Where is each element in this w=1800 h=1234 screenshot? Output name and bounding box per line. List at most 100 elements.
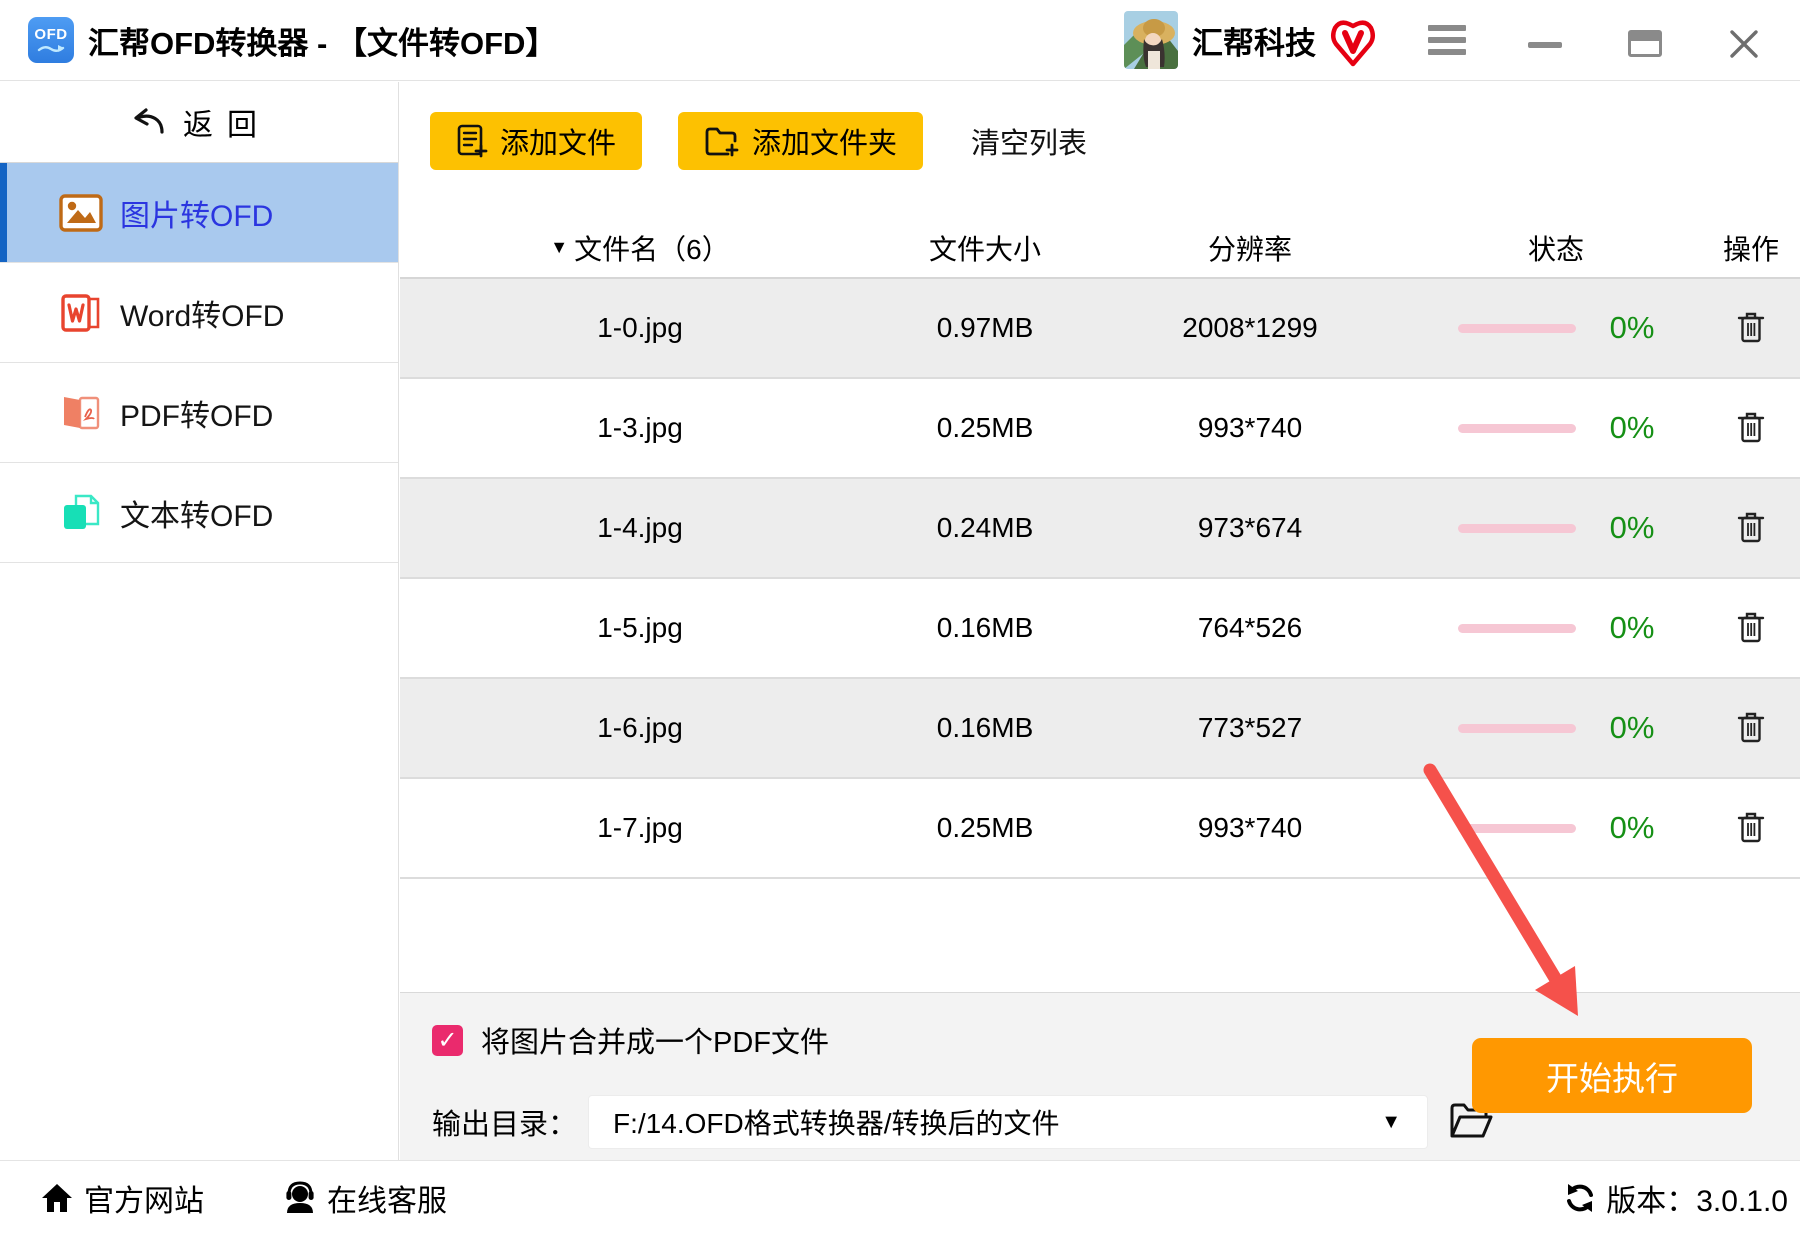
- delete-button[interactable]: [1732, 806, 1770, 851]
- progress-percent: 0%: [1609, 310, 1655, 345]
- cell-resolution: 764*526: [1197, 612, 1303, 643]
- pdf-icon: [58, 393, 104, 433]
- progress-bar: [1457, 623, 1576, 633]
- menu-icon[interactable]: [1428, 25, 1466, 55]
- table-row[interactable]: 1-5.jpg 0.16MB 764*526 0%: [400, 579, 1800, 679]
- version-label: 版本：3.0.1.0: [1606, 1185, 1788, 1218]
- merge-option: ✓ 将图片合并成一个PDF文件: [432, 1019, 829, 1061]
- sidebar-item-text-to-ofd[interactable]: 文本转OFD: [0, 463, 398, 563]
- table-row[interactable]: 1-6.jpg 0.16MB 773*527 0%: [400, 679, 1800, 779]
- avatar[interactable]: [1124, 11, 1178, 69]
- add-file-icon: [457, 124, 488, 158]
- sidebar-item-pdf-to-ofd[interactable]: PDF转OFD: [0, 363, 398, 463]
- delete-button[interactable]: [1732, 306, 1770, 351]
- table-row[interactable]: 1-3.jpg 0.25MB 993*740 0%: [400, 379, 1800, 479]
- close-icon[interactable]: [1728, 28, 1760, 60]
- refresh-icon[interactable]: [1564, 1182, 1596, 1214]
- text-icon: [58, 493, 104, 533]
- table-row[interactable]: 1-7.jpg 0.25MB 993*740 0%: [400, 779, 1800, 879]
- header-filesize: 文件大小: [928, 233, 1041, 265]
- merge-checkbox-label: 将图片合并成一个PDF文件: [481, 1027, 830, 1059]
- add-file-button[interactable]: 添加文件: [430, 112, 643, 170]
- sort-icon: ▼: [550, 237, 569, 257]
- cell-filesize: 0.97MB: [936, 312, 1034, 343]
- minimize-icon[interactable]: [1528, 42, 1562, 48]
- chevron-down-icon: ▼: [1381, 1110, 1402, 1133]
- cell-filesize: 0.25MB: [936, 412, 1034, 443]
- progress-bar: [1457, 323, 1576, 333]
- table-row[interactable]: 1-4.jpg 0.24MB 973*674 0%: [400, 479, 1800, 579]
- cell-resolution: 993*740: [1197, 412, 1303, 443]
- cell-action: [1702, 506, 1800, 551]
- sidebar: 返回 图片转OFD Word转OFD PDF转OFD 文本转OFD: [0, 82, 399, 1160]
- progress-percent: 0%: [1609, 810, 1655, 845]
- delete-button[interactable]: [1732, 406, 1770, 451]
- sidebar-item-label: 文本转OFD: [120, 499, 274, 533]
- cell-action: [1702, 606, 1800, 651]
- image-icon: [58, 193, 104, 233]
- word-icon: [58, 293, 104, 333]
- vip-badge-icon[interactable]: [1330, 18, 1376, 68]
- header-resolution: 分辨率: [1207, 233, 1292, 265]
- ofd-logo-icon: OFD: [28, 17, 74, 63]
- cell-filename: 1-5.jpg: [597, 612, 683, 643]
- start-button[interactable]: 开始执行: [1472, 1038, 1752, 1113]
- sidebar-item-label: PDF转OFD: [120, 399, 274, 433]
- progress-percent: 0%: [1609, 710, 1655, 745]
- sidebar-item-image-to-ofd[interactable]: 图片转OFD: [0, 163, 398, 263]
- delete-button[interactable]: [1732, 606, 1770, 651]
- window-title: 汇帮OFD转换器 - 【文件转OFD】: [88, 26, 557, 61]
- cell-status: 0%: [1410, 410, 1702, 446]
- back-label: 返回: [183, 109, 271, 142]
- official-site-link[interactable]: 官方网站: [40, 1161, 204, 1234]
- file-table: ▼ 文件名（6） 文件大小 分辨率 状态 操作 1-0.jpg 0.97MB 2…: [400, 218, 1800, 879]
- add-folder-button[interactable]: 添加文件夹: [678, 112, 924, 170]
- online-support-link[interactable]: 在线客服: [283, 1161, 447, 1234]
- table-row[interactable]: 1-0.jpg 0.97MB 2008*1299 0%: [400, 279, 1800, 379]
- brand-name: 汇帮科技: [1192, 26, 1316, 61]
- output-dir-row: 输出目录： F:/14.OFD格式转换器/转换后的文件 ▼: [432, 1096, 1495, 1148]
- cell-status: 0%: [1410, 310, 1702, 346]
- app-window: OFD 汇帮OFD转换器 - 【文件转OFD】 汇帮科技 返回 图片转OFD W…: [0, 0, 1800, 1234]
- table-header: ▼ 文件名（6） 文件大小 分辨率 状态 操作: [400, 218, 1800, 279]
- home-icon: [42, 1184, 72, 1212]
- header-status: 状态: [1527, 233, 1584, 265]
- cell-resolution: 2008*1299: [1182, 312, 1318, 343]
- clear-list-button[interactable]: 清空列表: [971, 120, 1087, 162]
- version-info: 版本：3.0.1.0: [1564, 1161, 1788, 1234]
- title-bar: OFD 汇帮OFD转换器 - 【文件转OFD】 汇帮科技: [0, 0, 1800, 81]
- header-action: 操作: [1722, 233, 1779, 265]
- merge-checkbox[interactable]: ✓: [432, 1024, 463, 1056]
- back-button[interactable]: 返回: [0, 82, 398, 163]
- cell-filesize: 0.24MB: [936, 512, 1034, 543]
- toolbar: 添加文件 添加文件夹 清空列表: [400, 112, 1800, 170]
- output-dir-select[interactable]: F:/14.OFD格式转换器/转换后的文件 ▼: [589, 1096, 1428, 1148]
- trash-icon: [1737, 612, 1765, 642]
- trash-icon: [1737, 412, 1765, 442]
- cell-status: 0%: [1410, 810, 1702, 846]
- maximize-icon[interactable]: [1628, 30, 1662, 57]
- cell-resolution: 773*527: [1197, 712, 1303, 743]
- cell-resolution: 973*674: [1197, 512, 1303, 543]
- main-content: 添加文件 添加文件夹 清空列表 ▼ 文件名（6） 文件大小 分辨率 状态 操作 …: [400, 82, 1800, 1160]
- back-icon: [134, 108, 164, 134]
- sidebar-item-word-to-ofd[interactable]: Word转OFD: [0, 263, 398, 363]
- options-panel: ✓ 将图片合并成一个PDF文件 输出目录： F:/14.OFD格式转换器/转换后…: [400, 992, 1800, 1160]
- cell-filename: 1-3.jpg: [597, 412, 683, 443]
- cell-resolution: 993*740: [1197, 812, 1303, 843]
- sidebar-item-label: 图片转OFD: [120, 199, 274, 233]
- progress-bar: [1457, 723, 1576, 733]
- cell-action: [1702, 706, 1800, 751]
- headset-icon: [286, 1181, 314, 1213]
- progress-percent: 0%: [1609, 410, 1655, 445]
- add-folder-label: 添加文件夹: [752, 128, 898, 160]
- progress-bar: [1457, 823, 1576, 833]
- cell-filesize: 0.16MB: [936, 712, 1034, 743]
- output-dir-label: 输出目录：: [432, 1109, 578, 1141]
- trash-icon: [1737, 712, 1765, 742]
- header-filename[interactable]: ▼ 文件名（6）: [400, 228, 880, 268]
- delete-button[interactable]: [1732, 506, 1770, 551]
- progress-percent: 0%: [1609, 510, 1655, 545]
- footer: 官方网站 在线客服 版本：3.0.1.0: [0, 1160, 1800, 1234]
- delete-button[interactable]: [1732, 706, 1770, 751]
